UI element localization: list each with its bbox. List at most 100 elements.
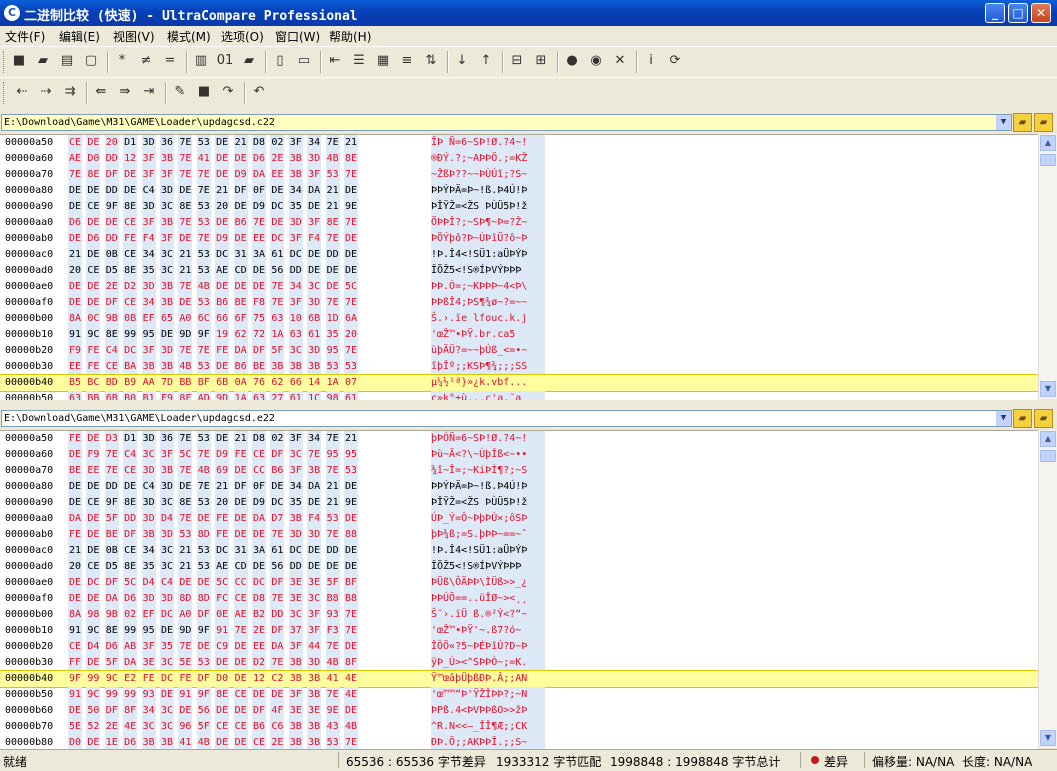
hex-byte[interactable]: CC — [233, 575, 248, 591]
binary-mode-icon[interactable]: 01 — [215, 51, 235, 71]
hex-byte[interactable]: DD — [288, 263, 303, 279]
hex-byte[interactable]: 7E — [325, 431, 340, 447]
hex-byte[interactable]: DE — [270, 479, 285, 495]
hex-byte[interactable]: BD — [104, 375, 119, 391]
hex-byte[interactable]: 21 — [344, 135, 358, 151]
hex-byte[interactable]: D9 — [215, 231, 230, 247]
hex-byte[interactable]: 99 — [123, 687, 138, 703]
hex-byte[interactable]: 99 — [123, 623, 138, 639]
hex-byte[interactable]: 7E — [196, 183, 211, 199]
hex-byte[interactable]: 3F — [288, 231, 303, 247]
hex-byte[interactable]: EE — [68, 359, 82, 375]
hex-byte[interactable]: DE — [215, 655, 230, 671]
hex-row[interactable]: 00000a70 BE EE 7E CE 3D 3B 7E 4B 69 DE CC B6 3F 3B 7E 53… — [0, 463, 1038, 479]
hex-byte[interactable]: 0C — [86, 311, 101, 327]
hex-byte[interactable]: 53 — [196, 359, 211, 375]
hex-byte[interactable]: DE — [344, 263, 358, 279]
hex-byte[interactable]: F9 — [86, 447, 101, 463]
hex-byte[interactable]: F9 — [160, 391, 174, 400]
hex-byte[interactable]: DE — [178, 183, 193, 199]
hex-row[interactable]: 00000b50 91 9C 99 99 93 DE 91 9F 8E CE DE DE 3F 3B 7E 4E… — [0, 687, 1038, 703]
scroll-up-icon[interactable]: ▲ — [1040, 431, 1056, 447]
hex-byte[interactable]: 91 — [178, 687, 193, 703]
hex-byte[interactable]: 2E — [270, 735, 285, 749]
hex-byte[interactable]: 7E — [344, 607, 358, 623]
hex-byte[interactable]: FC — [215, 591, 230, 607]
hex-byte[interactable]: 4E — [123, 719, 138, 735]
hex-byte[interactable]: D1 — [123, 431, 138, 447]
hex-byte[interactable]: 3E — [288, 703, 303, 719]
hex-byte[interactable]: 9F — [196, 623, 211, 639]
hex-byte[interactable]: DD — [270, 607, 285, 623]
hex-byte[interactable]: 7E — [344, 295, 358, 311]
hex-byte[interactable]: 8E — [104, 623, 119, 639]
hex-byte[interactable]: 3C — [160, 199, 174, 215]
hex-row[interactable]: 00000a70 7E 8E DF DE 3F 3F 7E 7E DE D9 DA EE 3B 3F 53 7E… — [0, 167, 1038, 183]
hex-byte[interactable]: 7D — [160, 375, 174, 391]
hex-byte[interactable]: F3 — [325, 623, 340, 639]
hex-byte[interactable]: 88 — [344, 527, 358, 543]
hex-byte[interactable]: 0E — [215, 607, 230, 623]
hex-byte[interactable]: 4B — [196, 279, 211, 295]
hex-byte[interactable]: D6 — [123, 591, 138, 607]
hex-byte[interactable]: 3B — [288, 671, 303, 687]
hex-byte[interactable]: DE — [178, 295, 193, 311]
left-file-path-field[interactable]: E:\Download\Game\M31\GAME\Loader\updagcs… — [1, 114, 1012, 131]
hex-byte[interactable]: 8E — [123, 559, 138, 575]
hex-byte[interactable]: D8 — [252, 591, 266, 607]
hex-byte[interactable]: DE — [196, 511, 211, 527]
scroll-down-icon[interactable]: ▼ — [1040, 730, 1056, 746]
hex-byte[interactable]: 53 — [196, 295, 211, 311]
hex-byte[interactable]: 34 — [141, 703, 156, 719]
hex-byte[interactable]: 1E — [104, 735, 119, 749]
hex-byte[interactable]: 63 — [252, 391, 266, 400]
hex-byte[interactable]: FE — [123, 231, 138, 247]
hex-byte[interactable]: 9C — [104, 671, 119, 687]
hex-byte[interactable]: DD — [104, 151, 119, 167]
hex-byte[interactable]: 7E — [325, 463, 340, 479]
hex-byte[interactable]: 43 — [325, 719, 340, 735]
hex-byte[interactable]: 8E — [325, 215, 340, 231]
hex-byte[interactable]: DE — [215, 735, 230, 749]
hex-byte[interactable]: D8 — [252, 431, 266, 447]
hex-byte[interactable]: DE — [86, 479, 101, 495]
scroll-thumb[interactable] — [1040, 154, 1056, 166]
hex-byte[interactable]: 7E — [270, 295, 285, 311]
hex-byte[interactable]: DD — [288, 559, 303, 575]
hex-byte[interactable]: D4 — [86, 639, 101, 655]
open-folder-icon[interactable]: ▰ — [1013, 409, 1032, 428]
hex-byte[interactable]: 75 — [252, 311, 266, 327]
hex-row[interactable]: 00000b40 9F 99 9C E2 FE DC FE DF D0 DE 12 C2 3B 3B 41 4E… — [0, 670, 1038, 688]
hex-byte[interactable]: 3E — [307, 575, 322, 591]
copy-block-left-icon[interactable]: ⇚ — [91, 82, 111, 102]
hex-byte[interactable]: DD — [325, 543, 340, 559]
hex-byte[interactable]: D2 — [252, 655, 266, 671]
hex-byte[interactable]: 3D — [160, 183, 174, 199]
hex-byte[interactable]: DE — [307, 559, 322, 575]
hex-byte[interactable]: 35 — [160, 639, 174, 655]
copy-all-icon[interactable]: ⇉ — [60, 82, 80, 102]
hex-byte[interactable]: 7E — [344, 623, 358, 639]
hex-row[interactable]: 00000b10 91 9C 8E 99 95 DE 9D 9F 91 7E 2E DF 37 3F F3 7E… — [0, 623, 1038, 639]
hex-byte[interactable]: FF — [68, 655, 82, 671]
hex-row[interactable]: 00000a60 DE F9 7E C4 3C 3F 5C 7E D9 FE CE DF 3C 7E 95 95… — [0, 447, 1038, 463]
hex-byte[interactable]: 1A — [233, 391, 248, 400]
hex-byte[interactable]: 7E — [270, 655, 285, 671]
hex-byte[interactable]: 3D — [307, 527, 322, 543]
print-icon[interactable]: ▤ — [57, 51, 77, 71]
hex-byte[interactable]: 34 — [307, 431, 322, 447]
hex-byte[interactable]: BE — [68, 463, 82, 479]
hex-byte[interactable]: DF — [270, 623, 285, 639]
hex-byte[interactable]: DE — [233, 655, 248, 671]
copy-icon[interactable]: ▥ — [191, 51, 211, 71]
hex-byte[interactable]: 34 — [141, 295, 156, 311]
hex-byte[interactable]: 44 — [307, 639, 322, 655]
hex-byte[interactable]: 3B — [288, 719, 303, 735]
hex-byte[interactable]: 21 — [178, 543, 193, 559]
hex-byte[interactable]: 95 — [141, 623, 156, 639]
hex-byte[interactable]: B8 — [344, 591, 358, 607]
hex-row[interactable]: 00000b20 CE D4 D6 AB 3F 35 7E DE C9 DE EE DA 3F 44 7E DE… — [0, 639, 1038, 655]
hex-byte[interactable]: 21 — [325, 495, 340, 511]
browse-folder-icon[interactable]: ▰ — [1034, 409, 1053, 428]
hex-byte[interactable]: FE — [141, 671, 156, 687]
